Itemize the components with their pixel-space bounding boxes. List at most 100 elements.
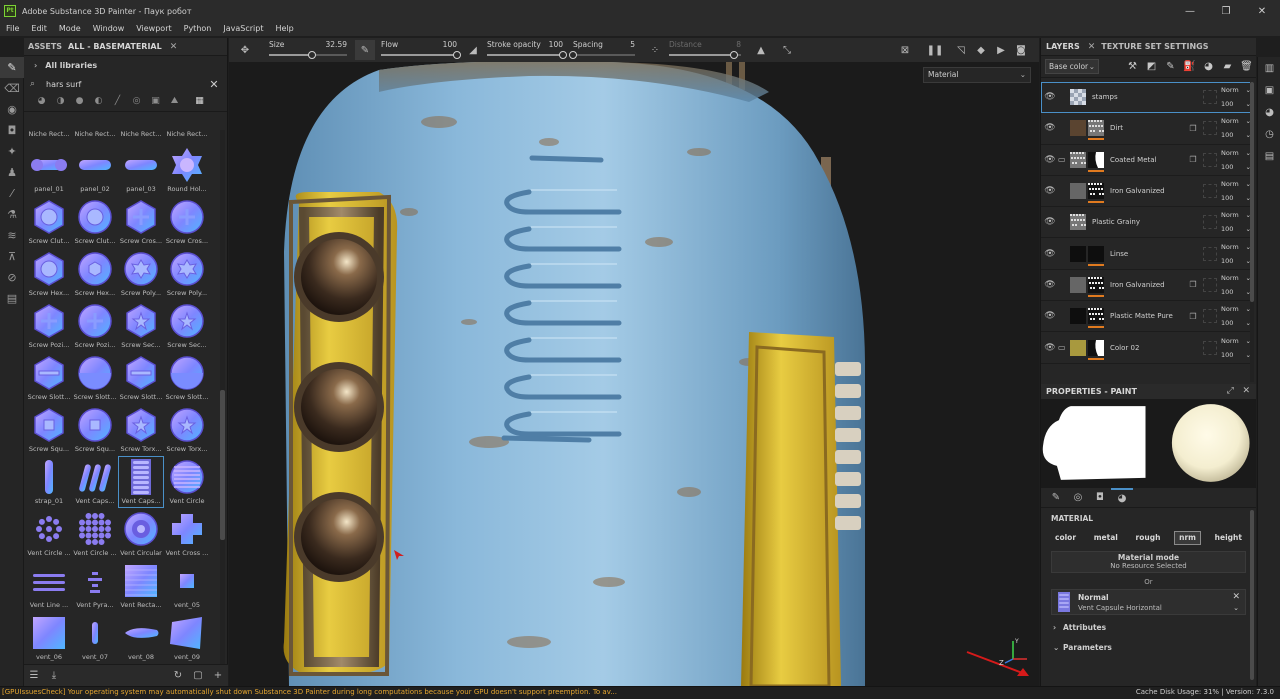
layer-opacity[interactable]: 100 [1221,316,1233,330]
layer-row[interactable]: 👁▭Dirt❐Norm⌄100⌄ [1041,113,1251,145]
layer-blend-opacity[interactable]: Norm ⌄ 100 ⌄ [1221,146,1251,174]
remove-resource-icon[interactable]: ✕ [1232,592,1240,602]
screenshot-icon[interactable]: ◙ [1011,40,1031,60]
record-icon[interactable]: ▶ [991,40,1011,60]
visibility-eye-icon[interactable]: 👁 [1042,249,1058,259]
flow-slider-handle[interactable] [453,51,461,59]
filter-particle-icon[interactable]: ◎ [127,96,146,110]
channel-nrm-button[interactable]: nrm [1174,531,1201,545]
layer-thumbnail[interactable] [1070,183,1086,200]
asset-tile[interactable]: Screw Hex... [72,248,118,300]
layer-mask-thumbnail[interactable] [1088,151,1104,172]
display-mode-dropdown[interactable]: Material ⌄ [923,67,1031,83]
distance-slider-handle[interactable] [729,51,738,59]
visibility-eye-icon[interactable]: 👁 [1042,311,1058,321]
layer-mask-thumbnail[interactable] [1088,276,1104,297]
asset-tile[interactable]: panel_03 [118,144,164,196]
layer-thumbnail[interactable] [1070,245,1086,262]
asset-tile[interactable]: Screw Poly... [164,248,210,300]
blend-mode[interactable]: Norm [1221,83,1239,97]
layer-row[interactable]: 👁▭Color 02❐Norm⌄100⌄ [1041,332,1251,364]
polygon-fill-icon[interactable]: ◘ [0,120,24,141]
asset-tile[interactable]: Screw Pozi... [26,300,72,352]
asset-tile[interactable]: Screw Cros... [164,196,210,248]
effect-stack-icon[interactable]: ❐ [1187,155,1199,164]
blend-mode[interactable]: Norm [1221,177,1239,191]
size-value[interactable]: 32.59 [326,40,347,49]
clear-search-icon[interactable]: ✕ [207,78,221,91]
close-panel-icon[interactable]: ✕ [1242,386,1250,396]
asset-tile[interactable]: vent_05 [164,560,210,612]
brush-icon[interactable]: ✎ [0,57,24,78]
visibility-eye-icon[interactable]: 👁 [1042,343,1058,353]
asset-tile[interactable]: Vent Circular [118,508,164,560]
asset-tile[interactable]: Screw Hex... [26,248,72,300]
brush-presets-icon[interactable]: ✥ [235,40,255,60]
asset-tile[interactable]: Screw Poly... [118,248,164,300]
filter-env-icon[interactable]: ⛰ [165,96,184,110]
tab-all-basematerial[interactable]: ALL - BASEMATERIAL [68,42,162,51]
viewport-3d[interactable]: Material ⌄ Z Y [229,62,1039,686]
layer-mask-thumbnail[interactable] [1088,245,1104,266]
effect-stack-icon[interactable]: ❐ [1187,124,1199,133]
menu-javascript[interactable]: JavaScript [217,22,269,36]
asset-tile[interactable]: Screw Squ... [72,404,118,456]
asset-tile[interactable]: vent_06 [26,612,72,664]
layer-opacity[interactable]: 100 [1221,254,1233,268]
hide-ui-icon[interactable]: ⊠ [895,40,915,60]
layer-opacity[interactable]: 100 [1221,222,1233,236]
asset-tile[interactable]: vent_07 [72,612,118,664]
filter-mask-icon[interactable]: ◐ [89,96,108,110]
asset-tile[interactable]: Vent Circle [164,456,210,508]
add-icon[interactable]: + [208,670,228,681]
layer-row[interactable]: 👁▭Plastic Grainy❐Norm⌄100⌄ [1041,207,1251,239]
add-smart-material-icon[interactable]: ◕ [1199,61,1218,72]
layer-blend-opacity[interactable]: Norm ⌄ 100 ⌄ [1221,240,1251,268]
list-view-icon[interactable]: ☰ [24,670,44,681]
grid-view-icon[interactable]: ▦ [190,96,209,110]
parameters-section[interactable]: ⌄ Parameters [1051,637,1246,657]
view-cube-icon[interactable]: ◆ [971,40,991,60]
add-paint-layer-icon[interactable]: ✎ [1161,61,1180,72]
layer-opacity[interactable]: 100 [1221,97,1233,111]
spacing-slider[interactable]: Spacing 5 [569,39,635,61]
blend-mode[interactable]: Norm [1221,334,1239,348]
asset-tile[interactable]: strap_01 [26,456,72,508]
layer-row[interactable]: 👁 ▭ Coated Metal ❐ Norm ⌄ 100 ⌄ [1041,145,1251,176]
chevron-down-icon[interactable]: ⌄ [1233,604,1239,612]
visibility-eye-icon[interactable]: 👁 [1042,123,1058,133]
visibility-eye-icon[interactable]: 👁 [1042,280,1058,290]
layer-thumbnail[interactable] [1070,214,1086,231]
layer-name[interactable]: Dirt [1110,124,1187,132]
stroke-opacity-slider-handle[interactable] [559,51,567,59]
properties-scrollbar[interactable] [1250,510,1254,680]
asset-tile[interactable]: panel_01 [26,144,72,196]
tab-layers[interactable]: LAYERS [1046,42,1080,51]
assets-scrollbar[interactable] [220,130,225,664]
menu-mode[interactable]: Mode [53,22,87,36]
clone-icon[interactable]: ♟ [0,162,24,183]
display-icon[interactable]: ▣ [1258,79,1280,101]
asset-tile[interactable]: Screw Clut... [26,196,72,248]
blend-mode[interactable]: Norm [1221,302,1239,316]
document-icon[interactable]: ▤ [0,288,24,309]
channel-dropdown[interactable]: Base color ⌄ [1045,59,1099,74]
asset-tile[interactable]: Screw Slott... [72,352,118,404]
channel-color-button[interactable]: color [1051,531,1080,545]
layer-name[interactable]: Linse [1110,250,1187,258]
filter-brush-icon[interactable]: ╱ [108,96,127,110]
visibility-eye-icon[interactable]: 👁 [1042,186,1058,196]
delete-layer-icon[interactable]: 🗑 [1237,61,1256,72]
layers-scrollbar[interactable] [1250,82,1254,382]
menu-file[interactable]: File [0,22,25,36]
layer-blend-opacity[interactable]: Norm ⌄ 100 ⌄ [1221,271,1251,299]
maximize-button[interactable]: ❐ [1208,0,1244,22]
asset-tile[interactable]: Vent Caps... [72,456,118,508]
asset-tile[interactable]: Screw Torx... [118,404,164,456]
menu-help[interactable]: Help [269,22,299,36]
blend-mode[interactable]: Norm [1221,114,1239,128]
asset-tile[interactable]: Screw Clut... [72,196,118,248]
normal-resource-slot[interactable]: Normal Vent Capsule Horizontal ✕ ⌄ [1051,589,1246,615]
layer-name[interactable]: Color 02 [1110,344,1187,352]
robot-model-render[interactable] [229,62,1039,686]
